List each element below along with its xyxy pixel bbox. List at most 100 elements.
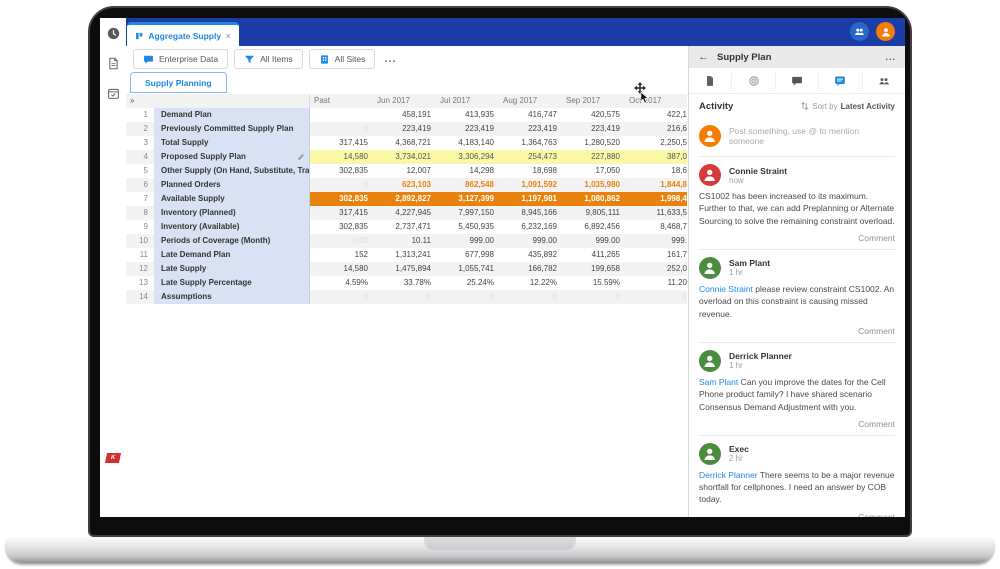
grid-cell[interactable]: 216,6 [625,122,687,136]
grid-cell[interactable]: 458,191 [373,108,436,122]
grid-cell[interactable]: 1,364,763 [499,136,562,150]
row-label[interactable]: Inventory (Planned) [154,206,310,220]
grid-cell[interactable]: 0 [310,122,373,136]
grid-cell[interactable]: 4.59% [310,276,373,290]
grid-cell[interactable]: 0.00 [310,234,373,248]
grid-cell[interactable]: 0 [310,290,373,304]
row-label[interactable]: Proposed Supply Plan [154,150,310,164]
grid-cell[interactable]: 6,892,456 [562,220,625,234]
column-header[interactable]: Past [310,94,373,108]
panel-more-button[interactable]: ... [885,52,896,62]
grid-cell[interactable]: 166,782 [499,262,562,276]
grid-cell[interactable]: 1,844,8 [625,178,687,192]
grid-cell[interactable]: 18,6 [625,164,687,178]
sort-control[interactable]: Sort by Latest Activity [800,101,895,111]
grid-cell[interactable]: 25.24% [436,276,499,290]
row-label[interactable]: Demand Plan [154,108,310,122]
grid-cell[interactable]: 416,747 [499,108,562,122]
user-avatar[interactable] [876,22,895,41]
grid-cell[interactable]: 3,127,399 [436,192,499,206]
calendar-icon[interactable] [107,87,120,100]
share-users-button[interactable] [850,22,869,41]
grid-cell[interactable]: 3,306,294 [436,150,499,164]
grid-cell[interactable]: 420,575 [562,108,625,122]
grid-cell[interactable]: 14,580 [310,262,373,276]
tab-details[interactable] [689,73,732,89]
grid-cell[interactable]: 999.00 [436,234,499,248]
back-arrow-icon[interactable]: ← [698,51,709,63]
grid-cell[interactable]: 999.00 [499,234,562,248]
row-label[interactable]: Periods of Coverage (Month) [154,234,310,248]
worksheet-tab[interactable]: Aggregate Supply P... × [127,22,239,46]
comment-author[interactable]: Sam Plant [729,258,770,268]
grid-cell[interactable]: 199,658 [562,262,625,276]
comment-author[interactable]: Connie Straint [729,166,787,176]
grid-cell[interactable]: 5,450,935 [436,220,499,234]
tab-activity[interactable] [819,73,862,89]
row-label[interactable]: Available Supply [154,192,310,206]
grid-cell[interactable]: 161,7 [625,248,687,262]
all-items-button[interactable]: All Items [234,49,303,69]
comment-action-link[interactable]: Comment [858,512,895,517]
grid-cell[interactable]: 999.00 [562,234,625,248]
grid-cell[interactable]: 1,055,741 [436,262,499,276]
grid-cell[interactable]: 999. [625,234,687,248]
row-label[interactable]: Late Supply [154,262,310,276]
grid-cell[interactable]: 2,250,5 [625,136,687,150]
row-label[interactable]: Assumptions [154,290,310,304]
tab-supply-planning[interactable]: Supply Planning [130,72,227,93]
grid-cell[interactable]: 317,415 [310,136,373,150]
comment-action-link[interactable]: Comment [858,233,895,243]
grid-cell[interactable]: 252,0 [625,262,687,276]
grid-cell[interactable]: 7,997,150 [436,206,499,220]
grid-cell[interactable]: 12.22% [499,276,562,290]
grid-cell[interactable]: 11,633,5 [625,206,687,220]
grid-cell[interactable]: 4,227,945 [373,206,436,220]
row-label[interactable]: Previously Committed Supply Plan [154,122,310,136]
grid-cell[interactable]: 6,232,169 [499,220,562,234]
grid-cell[interactable]: 1,080,862 [562,192,625,206]
grid-cell[interactable]: 302,835 [310,192,373,206]
all-sites-button[interactable]: All Sites [309,49,376,69]
column-header[interactable]: Aug 2017 [499,94,562,108]
grid-cell[interactable]: 1,313,241 [373,248,436,262]
grid-cell[interactable]: 2,737,471 [373,220,436,234]
grid-cell[interactable]: 1,475,894 [373,262,436,276]
grid-cell[interactable]: 413,935 [436,108,499,122]
grid-cell[interactable]: 15.59% [562,276,625,290]
comment-author[interactable]: Exec [729,444,749,454]
grid-cell[interactable]: 3,734,021 [373,150,436,164]
grid-cell[interactable]: 1,998,4 [625,192,687,206]
grid-cell[interactable]: 0 [562,290,625,304]
grid-cell[interactable]: 8,945,166 [499,206,562,220]
grid-cell[interactable]: 254,473 [499,150,562,164]
row-label[interactable]: Late Demand Plan [154,248,310,262]
grid-cell[interactable]: 223,419 [499,122,562,136]
post-composer[interactable]: Post something, use @ to mention someone [689,118,905,156]
grid-cell[interactable]: 14,298 [436,164,499,178]
tab-people[interactable] [863,73,905,89]
row-label[interactable]: Total Supply [154,136,310,150]
grid-cell[interactable]: 623,103 [373,178,436,192]
grid-cell[interactable]: 223,419 [373,122,436,136]
grid-cell[interactable]: 302,835 [310,164,373,178]
grid-cell[interactable]: 677,998 [436,248,499,262]
grid-cell[interactable]: 17,050 [562,164,625,178]
document-icon[interactable] [107,57,120,70]
comment-action-link[interactable]: Comment [858,419,895,429]
grid-cell[interactable]: 8,468,7 [625,220,687,234]
mention-link[interactable]: Sam Plant [699,377,738,387]
grid-cell[interactable]: 387,0 [625,150,687,164]
grid-cell[interactable]: 9,805,111 [562,206,625,220]
grid-cell[interactable]: 0 [625,290,687,304]
column-header[interactable]: Sep 2017 [562,94,625,108]
enterprise-data-button[interactable]: Enterprise Data [133,49,228,69]
grid-cell[interactable]: 411,265 [562,248,625,262]
tab-scorecard[interactable] [732,73,775,89]
row-label[interactable]: Late Supply Percentage [154,276,310,290]
mention-link[interactable]: Derrick Planner [699,470,758,480]
grid-cell[interactable]: 18,698 [499,164,562,178]
grid-cell[interactable]: 0 [499,290,562,304]
column-header[interactable]: Jun 2017 [373,94,436,108]
mention-link[interactable]: Connie Straint [699,284,753,294]
